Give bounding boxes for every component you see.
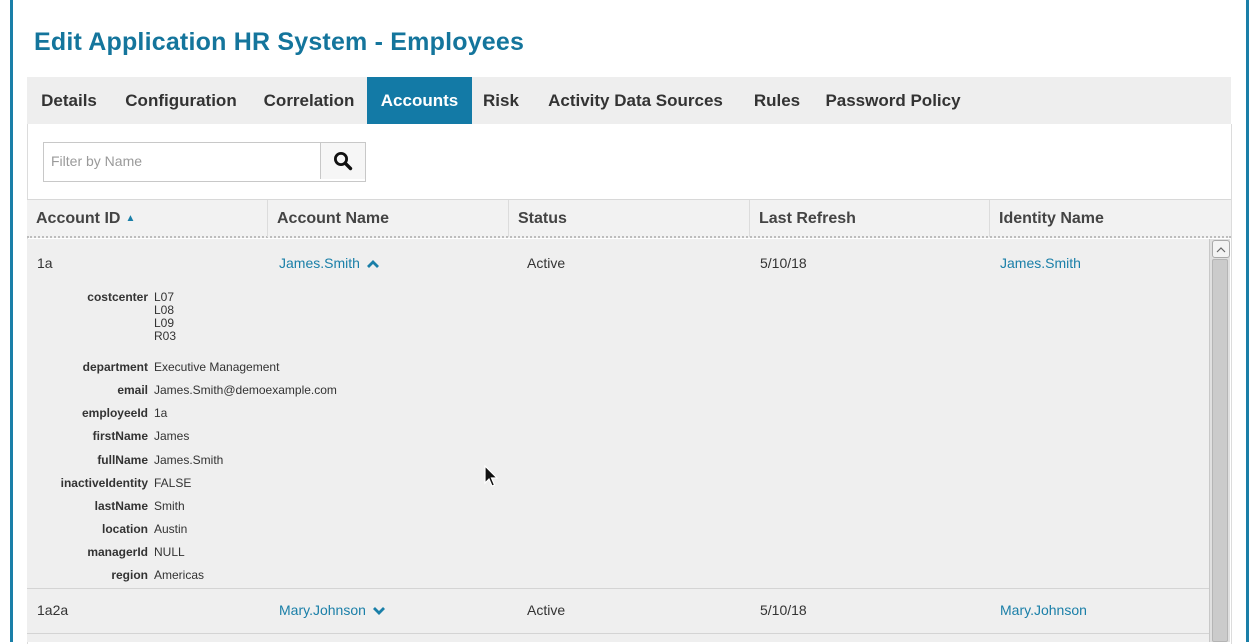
tab-configuration[interactable]: Configuration bbox=[111, 77, 251, 124]
attribute-value: FALSE bbox=[154, 476, 192, 490]
tab-risk[interactable]: Risk bbox=[472, 77, 530, 124]
account-id-cell: 1a bbox=[37, 255, 53, 271]
search-button[interactable] bbox=[319, 143, 365, 179]
tab-bar: Details Configuration Correlation Accoun… bbox=[27, 77, 1231, 124]
right-border bbox=[1246, 0, 1249, 642]
chevron-up-icon[interactable] bbox=[366, 259, 380, 269]
account-name-text: James.Smith bbox=[279, 255, 360, 271]
account-name-link[interactable]: Mary.Johnson bbox=[279, 602, 386, 618]
tab-rules[interactable]: Rules bbox=[741, 77, 813, 124]
tab-activity-data-sources[interactable]: Activity Data Sources bbox=[530, 77, 741, 124]
left-border bbox=[10, 0, 13, 642]
attribute-value: NULL bbox=[154, 545, 185, 559]
column-last-refresh[interactable]: Last Refresh bbox=[750, 200, 990, 237]
column-label: Status bbox=[518, 209, 567, 227]
table-row[interactable]: 1a James.Smith Active 5/10/18 James.Smit… bbox=[27, 255, 1209, 275]
attribute-value: L08 bbox=[154, 303, 175, 317]
column-identity-name[interactable]: Identity Name bbox=[990, 200, 1231, 237]
attribute-label: costcenter bbox=[87, 290, 148, 304]
column-label: Identity Name bbox=[999, 209, 1104, 227]
status-cell: Active bbox=[527, 602, 566, 618]
filter-box bbox=[43, 142, 366, 182]
account-name-link[interactable]: James.Smith bbox=[279, 255, 380, 271]
attribute-value: Executive Management bbox=[154, 360, 280, 374]
attribute-label: fullName bbox=[97, 453, 148, 467]
chevron-down-icon[interactable] bbox=[372, 606, 386, 616]
column-label: Account ID bbox=[36, 209, 121, 227]
attribute-value: James bbox=[154, 429, 190, 443]
grid-header: Account ID ▲ Account Name Status Last Re… bbox=[27, 199, 1231, 238]
column-account-id[interactable]: Account ID ▲ bbox=[27, 200, 268, 237]
attribute-label: email bbox=[117, 383, 148, 397]
caret-up-icon bbox=[1216, 246, 1226, 252]
column-label: Account Name bbox=[277, 209, 390, 227]
tab-accounts[interactable]: Accounts bbox=[367, 77, 472, 124]
column-account-name[interactable]: Account Name bbox=[268, 200, 509, 237]
tab-password-policy[interactable]: Password Policy bbox=[813, 77, 973, 124]
scrollbar-thumb[interactable] bbox=[1212, 259, 1228, 642]
attribute-label: firstName bbox=[92, 429, 148, 443]
grid-body: 1a James.Smith Active 5/10/18 James.Smit… bbox=[27, 239, 1209, 642]
identity-name-link[interactable]: James.Smith bbox=[1000, 255, 1081, 271]
tab-correlation[interactable]: Correlation bbox=[251, 77, 367, 124]
attribute-value: R03 bbox=[154, 329, 177, 343]
attribute-label: managerId bbox=[87, 545, 148, 559]
vertical-scrollbar[interactable] bbox=[1209, 239, 1230, 642]
attribute-label: region bbox=[111, 568, 148, 582]
attribute-value: L07 bbox=[154, 290, 175, 304]
attribute-value: Austin bbox=[154, 522, 188, 536]
attribute-label: lastName bbox=[94, 499, 148, 513]
attribute-label: employeeId bbox=[81, 406, 148, 420]
identity-name-link[interactable]: Mary.Johnson bbox=[1000, 602, 1087, 618]
status-cell: Active bbox=[527, 255, 566, 271]
table-row[interactable]: 1a2a Mary.Johnson Active 5/10/18 Mary.Jo… bbox=[27, 602, 1209, 622]
search-icon bbox=[333, 152, 353, 171]
attribute-label: department bbox=[82, 360, 148, 374]
account-name-text: Mary.Johnson bbox=[279, 602, 366, 618]
filter-by-name-input[interactable] bbox=[44, 143, 320, 179]
account-id-cell: 1a2a bbox=[37, 602, 69, 618]
row-divider bbox=[27, 633, 1209, 634]
attribute-label: location bbox=[101, 522, 148, 536]
page-title: Edit Application HR System - Employees bbox=[34, 28, 525, 56]
scroll-up-button[interactable] bbox=[1212, 240, 1230, 258]
row-divider bbox=[27, 588, 1209, 589]
sort-ascending-icon: ▲ bbox=[125, 213, 136, 224]
tab-details[interactable]: Details bbox=[27, 77, 111, 124]
attribute-value: Smith bbox=[154, 499, 185, 513]
attribute-value: 1a bbox=[154, 406, 168, 420]
last-refresh-cell: 5/10/18 bbox=[760, 255, 807, 271]
attribute-label: inactiveIdentity bbox=[60, 476, 148, 490]
attribute-value: James.Smith bbox=[154, 453, 224, 467]
attribute-value: James.Smith@demoexample.com bbox=[154, 383, 337, 397]
attribute-value: Americas bbox=[154, 568, 205, 582]
attribute-value: L09 bbox=[154, 316, 175, 330]
last-refresh-cell: 5/10/18 bbox=[760, 602, 807, 618]
column-label: Last Refresh bbox=[759, 209, 856, 227]
mouse-cursor-icon bbox=[484, 465, 499, 487]
column-status[interactable]: Status bbox=[509, 200, 750, 237]
